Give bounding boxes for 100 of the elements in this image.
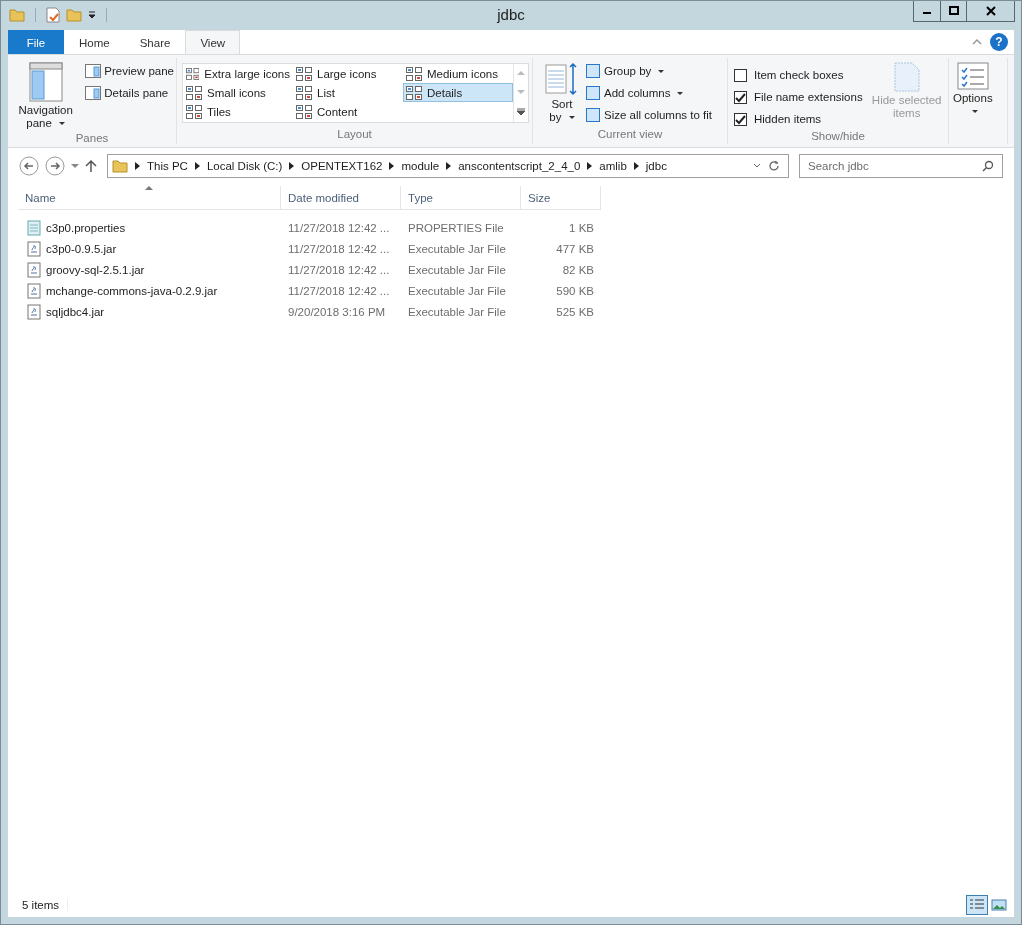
checkmark-icon	[735, 91, 746, 103]
expand-gallery-icon[interactable]	[517, 107, 525, 116]
ribbon-tab[interactable]: View	[185, 30, 241, 55]
grid-icon	[186, 85, 202, 100]
pane-layout-icon	[85, 86, 102, 100]
search-field[interactable]: Search jdbc	[799, 154, 1003, 178]
pane-button[interactable]: Preview pane	[83, 60, 176, 82]
breadcrumb-arrow-icon[interactable]	[633, 162, 639, 170]
date-cell-text: 11/27/2018 12:42 ...	[287, 263, 391, 276]
square-icon	[585, 107, 601, 123]
pane-layout-icon	[85, 64, 102, 78]
layout-option[interactable]: List	[293, 83, 403, 102]
group-label: Current view	[596, 128, 664, 142]
document-check-icon[interactable]	[46, 7, 60, 23]
type-cell-text: Executable Jar File	[407, 284, 507, 297]
grid-icon	[296, 85, 312, 100]
column-header[interactable]: Name	[18, 186, 281, 210]
layout-option[interactable]: Extra large icons	[183, 64, 293, 83]
file-name[interactable]: groovy-sql-2.5.1.jar	[46, 263, 145, 276]
window-title: jdbc	[496, 6, 526, 23]
ribbon-tab[interactable]: File	[8, 30, 64, 54]
type-cell-text: PROPERTIES File	[407, 221, 505, 234]
checkbox[interactable]: Item check boxes	[734, 64, 863, 86]
sort-by-button[interactable]: Sort by	[541, 60, 583, 126]
refresh-icon[interactable]	[768, 160, 780, 172]
breadcrumb-arrow-icon[interactable]	[194, 162, 200, 170]
view-button[interactable]: Size all columns to fit	[583, 104, 714, 126]
up-arrow-icon[interactable]	[85, 159, 97, 173]
date-cell-text: 11/27/2018 12:42 ...	[287, 221, 391, 234]
document-icon	[893, 62, 920, 92]
item-count: 5 items	[22, 899, 69, 911]
breadcrumb[interactable]: amlib	[599, 160, 627, 172]
size-cell-text: 477 KB	[555, 242, 595, 255]
breadcrumb[interactable]: Local Disk (C:)	[206, 160, 283, 172]
file-name[interactable]: sqljdbc4.jar	[46, 305, 105, 318]
grid-icon	[406, 66, 422, 81]
help-button[interactable]: ?	[990, 33, 1008, 51]
dropdown-icon[interactable]	[88, 11, 96, 19]
details-view-button[interactable]	[966, 895, 988, 915]
layout-option[interactable]: Medium icons	[403, 64, 513, 83]
column-header[interactable]: Size	[521, 186, 601, 210]
group-label: Show/hide	[810, 130, 866, 144]
breadcrumb-arrow-icon[interactable]	[446, 162, 452, 170]
breadcrumb[interactable]: module	[401, 160, 440, 172]
date-cell-text: 9/20/2018 3:16 PM	[287, 305, 387, 318]
file-name[interactable]: mchange-commons-java-0.2.9.jar	[46, 284, 218, 297]
date-cell-text: 11/27/2018 12:42 ...	[287, 242, 391, 255]
collapse-ribbon-icon[interactable]	[972, 38, 982, 46]
breadcrumb[interactable]: OPENTEXT162	[301, 160, 383, 172]
size-cell-text: 1 KB	[568, 221, 595, 234]
pane-layout-icon	[28, 62, 63, 102]
column-header[interactable]: Type	[401, 186, 521, 210]
view-button[interactable]: Add columns	[583, 82, 714, 104]
type-cell-text: Executable Jar File	[407, 305, 507, 318]
checklist-icon	[956, 62, 989, 90]
layout-option[interactable]: Content	[293, 102, 403, 121]
checkbox[interactable]: File name extensions	[734, 86, 863, 108]
breadcrumb[interactable]: This PC	[147, 160, 188, 172]
breadcrumb-arrow-icon[interactable]	[587, 162, 593, 170]
file-name[interactable]: c3p0.properties	[46, 221, 126, 234]
layout-option[interactable]: Tiles	[183, 102, 293, 121]
column-header[interactable]: Date modified	[281, 186, 401, 210]
picture-icon	[991, 898, 1007, 912]
breadcrumb-arrow-icon[interactable]	[389, 162, 395, 170]
back-button-icon[interactable]	[19, 156, 39, 176]
layout-option[interactable]: Small icons	[183, 83, 293, 102]
group-label: Panes	[74, 132, 110, 144]
grid-icon	[296, 104, 312, 119]
pane-button[interactable]: Details pane	[83, 82, 176, 104]
checkbox[interactable]: Hidden items	[734, 108, 863, 130]
grid-icon	[186, 66, 200, 81]
type-cell-text: Executable Jar File	[407, 242, 507, 255]
address-bar[interactable]: This PC Local Disk (C:) OPENTEXT162 module anscontentscript_2_4_0 amlib jdbc	[107, 154, 789, 178]
view-button[interactable]: Group by	[583, 60, 714, 82]
grid-icon	[296, 66, 312, 81]
forward-button-icon[interactable]	[45, 156, 65, 176]
grid-icon	[406, 85, 422, 100]
size-cell-text: 525 KB	[555, 305, 595, 318]
sort-icon	[545, 62, 579, 96]
size-cell-text: 590 KB	[555, 284, 595, 297]
date-cell-text: 11/27/2018 12:42 ...	[287, 284, 391, 297]
breadcrumb[interactable]: anscontentscript_2_4_0	[458, 160, 581, 172]
search-icon	[982, 160, 994, 172]
layout-option[interactable]: Large icons	[293, 64, 403, 83]
layout-option[interactable]: Details	[403, 83, 513, 102]
size-cell-text: 82 KB	[561, 263, 595, 276]
group-label: Layout	[336, 128, 373, 142]
sort-arrow-icon	[145, 186, 153, 190]
address-dropdown-icon[interactable]	[753, 163, 761, 169]
navigation-pane-button[interactable]: Navigation pane	[8, 60, 84, 132]
recent-locations-dropdown-icon[interactable]	[71, 163, 79, 169]
folder-icon	[112, 158, 128, 174]
breadcrumb-arrow-icon[interactable]	[135, 162, 140, 170]
type-cell-text: Executable Jar File	[407, 263, 507, 276]
options-button[interactable]: Options	[949, 60, 997, 120]
maximize-icon	[948, 6, 959, 16]
breadcrumb[interactable]: jdbc	[645, 160, 667, 172]
breadcrumb-arrow-icon[interactable]	[289, 162, 295, 170]
square-icon	[585, 85, 601, 101]
file-name[interactable]: c3p0-0.9.5.jar	[46, 242, 117, 255]
